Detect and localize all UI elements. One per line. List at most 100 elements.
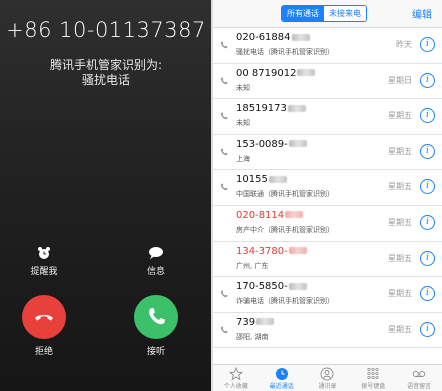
info-icon[interactable]: i: [420, 37, 435, 52]
call-day: 星期五: [388, 182, 412, 192]
calls-filter-segmented-control: 所有通话 未接来电: [281, 5, 367, 22]
remind-me-button[interactable]: 提醒我: [9, 245, 79, 277]
segment-missed-calls[interactable]: 未接来电: [324, 6, 366, 21]
call-number-text: 020-8114: [236, 209, 285, 221]
outgoing-call-icon: [220, 41, 228, 49]
hang-up-icon: [35, 315, 53, 321]
call-row[interactable]: 020-8114 房产中介（腾讯手机管家识别） 星期五 i: [213, 206, 442, 242]
info-icon[interactable]: i: [420, 321, 435, 337]
outgoing-call-icon: [220, 77, 228, 84]
caller-tag: 骚扰电话: [81, 73, 130, 87]
message-bubble-icon: [149, 247, 163, 259]
call-number-text: 18519173: [236, 103, 287, 115]
tab-recents[interactable]: 最近通话: [259, 365, 305, 391]
info-icon[interactable]: i: [420, 72, 435, 88]
call-number: 020-8114: [236, 209, 304, 221]
message-label: 信息: [146, 267, 165, 277]
redacted-digits: [297, 69, 316, 77]
outgoing-call-icon: [220, 290, 228, 298]
call-row[interactable]: 153-0089- 上海 星期五 i: [213, 135, 442, 171]
redacted-digits: [288, 140, 307, 148]
navigation-bar: 所有通话 未接来电 编辑: [213, 0, 442, 28]
decline-label: 拒绝: [34, 347, 53, 357]
call-number-text: 170-5850-: [236, 281, 288, 293]
call-row[interactable]: 170-5850- 诈骗电话（腾讯手机管家识别） 星期五 i: [213, 277, 442, 313]
call-label: 邵阳, 湖南: [236, 332, 269, 341]
tab-label: 最近通话: [269, 383, 294, 390]
tab-label: 拨号键盘: [361, 383, 386, 390]
info-icon[interactable]: i: [420, 108, 435, 124]
call-number: 10155: [236, 174, 287, 185]
keypad-icon: [367, 367, 379, 380]
call-number-text: 739: [236, 316, 256, 328]
redacted-digits: [288, 282, 307, 290]
tab-keypad[interactable]: 拨号键盘: [350, 365, 396, 391]
recents-screen: 所有通话 未接来电 编辑 020-61884 骚扰电话（腾讯手机管家识别） 昨天 i 0…: [213, 0, 442, 391]
edit-button[interactable]: 编辑: [412, 6, 432, 21]
call-number-text: 00 8719012: [236, 67, 297, 79]
call-day: 星期日: [388, 75, 412, 85]
tab-favorites[interactable]: 个人收藏: [213, 365, 259, 391]
call-row[interactable]: 18519173 未知 星期五 i: [213, 99, 442, 135]
call-number: 00 8719012: [236, 67, 316, 79]
message-button[interactable]: 信息: [121, 245, 191, 277]
call-row[interactable]: 10155 中国联通（腾讯手机管家识别） 星期五 i: [213, 170, 442, 206]
clock-icon: [275, 368, 288, 380]
call-number: 020-61884: [236, 32, 310, 43]
call-day: 星期五: [388, 146, 412, 156]
tab-voicemail[interactable]: 语音留言: [396, 365, 442, 391]
call-label: 未知: [236, 119, 250, 128]
call-day: 星期五: [388, 217, 412, 227]
call-row[interactable]: 00 8719012 未知 星期日 i: [213, 64, 442, 100]
call-number: 153-0089-: [236, 139, 307, 150]
call-row[interactable]: 020-61884 骚扰电话（腾讯手机管家识别） 昨天 i: [213, 28, 442, 64]
star-icon: [228, 367, 243, 381]
call-day: 星期五: [388, 289, 412, 299]
call-number-text: 153-0089-: [236, 138, 288, 150]
call-day: 星期五: [388, 253, 412, 263]
info-icon[interactable]: i: [420, 286, 435, 302]
segment-all-calls[interactable]: 所有通话: [282, 6, 324, 21]
call-label: 诈骗电话（腾讯手机管家识别）: [236, 297, 334, 306]
remind-me-label: 提醒我: [30, 267, 58, 277]
tab-label: 个人收藏: [223, 383, 248, 390]
caller-number: +86 10-01137387: [6, 18, 206, 42]
accept-button[interactable]: [134, 295, 178, 339]
voicemail-icon: [412, 370, 426, 378]
accept-label: 接听: [146, 347, 165, 357]
call-row[interactable]: 739 邵阳, 湖南 星期五 i: [213, 313, 442, 349]
contacts-icon: [321, 367, 334, 381]
redacted-digits: [288, 247, 307, 255]
call-label: 广州, 广东: [236, 261, 269, 270]
call-number-text: 020-61884: [236, 32, 291, 43]
info-icon[interactable]: i: [420, 250, 435, 266]
recent-calls-list: 020-61884 骚扰电话（腾讯手机管家识别） 昨天 i 00 8719012 未知 星期…: [213, 28, 442, 349]
call-label: 骚扰电话（腾讯手机管家识别）: [236, 48, 334, 56]
call-number: 170-5850-: [236, 281, 307, 292]
redacted-digits: [268, 175, 287, 183]
incoming-call-screen: +86 10-01137387 腾讯手机管家识别为: 骚扰电话 提醒我 信息 拒…: [0, 0, 212, 391]
redacted-digits: [291, 33, 310, 41]
call-row[interactable]: 134-3780- 广州, 广东 星期五 i: [213, 242, 442, 278]
info-icon[interactable]: i: [420, 214, 435, 230]
tab-contacts[interactable]: 通讯录: [305, 365, 351, 391]
call-day: 昨天: [396, 40, 412, 49]
call-label: 房产中介（腾讯手机管家识别）: [236, 225, 334, 234]
info-icon[interactable]: i: [420, 143, 435, 159]
alarm-clock-icon: [38, 247, 50, 259]
call-number-text: 10155: [236, 174, 268, 186]
info-icon[interactable]: i: [420, 179, 435, 195]
outgoing-call-icon: [220, 326, 228, 333]
call-day: 星期五: [388, 111, 412, 121]
outgoing-call-icon: [220, 112, 228, 120]
call-number: 739: [236, 316, 275, 328]
redacted-digits: [256, 318, 275, 326]
redacted-digits: [287, 104, 306, 112]
call-number-text: 134-3780-: [236, 245, 288, 257]
tab-bar: 个人收藏 最近通话 通讯录 拨号键盘 语音留言: [213, 364, 442, 391]
tab-label: 语音留言: [407, 383, 432, 390]
call-label: 中国联通（腾讯手机管家识别）: [236, 190, 334, 199]
tab-label: 通讯录: [318, 383, 337, 390]
outgoing-call-icon: [220, 148, 228, 156]
decline-button[interactable]: [22, 295, 66, 339]
